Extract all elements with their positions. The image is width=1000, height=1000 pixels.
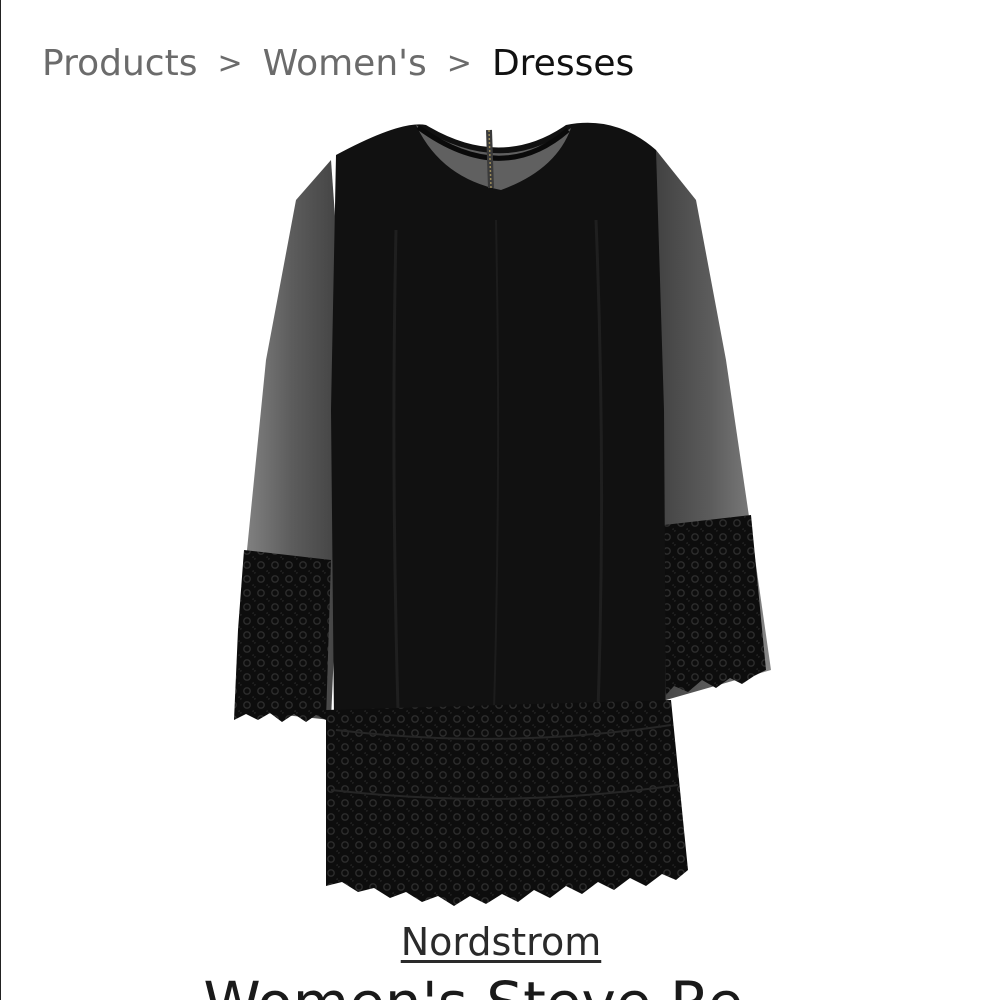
breadcrumb-products-link[interactable]: Products — [42, 43, 197, 84]
right-cuff-lace — [664, 515, 766, 695]
product-title: Women's Steve Re... — [1, 968, 1000, 1000]
left-cuff-lace — [234, 550, 331, 722]
product-image[interactable] — [226, 110, 776, 920]
breadcrumb: Products > Women's > Dresses — [42, 40, 634, 86]
dress-illustration — [234, 122, 771, 906]
breadcrumb-separator: > — [217, 45, 243, 81]
product-page: Products > Women's > Dresses Nordstrom — [0, 0, 1000, 1000]
brand-link[interactable]: Nordstrom — [1, 920, 1000, 964]
breadcrumb-womens-link[interactable]: Women's — [263, 43, 427, 84]
breadcrumb-current-dresses: Dresses — [491, 42, 635, 84]
breadcrumb-separator: > — [446, 45, 472, 81]
